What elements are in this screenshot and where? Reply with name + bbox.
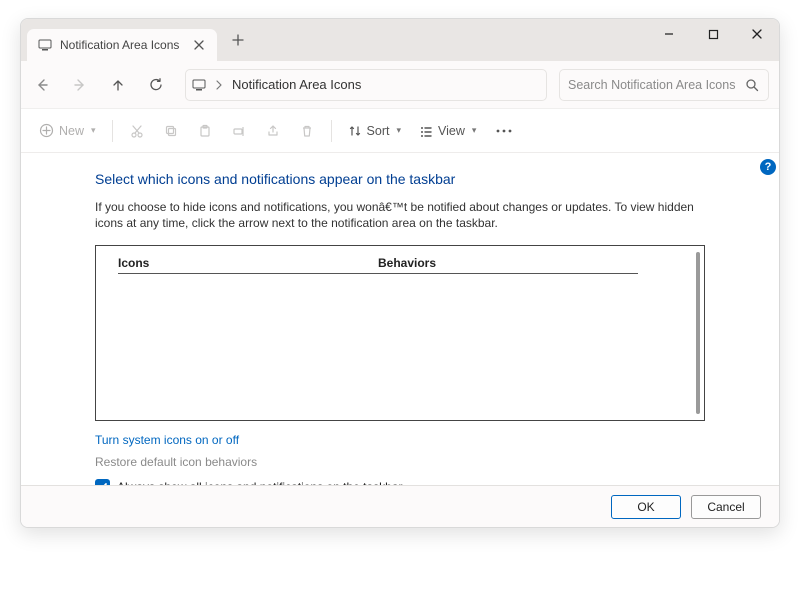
always-show-row: Always show all icons and notifications … bbox=[95, 479, 705, 485]
address-bar: Notification Area Icons Search Notificat… bbox=[21, 61, 779, 109]
chevron-down-icon: ▾ bbox=[396, 125, 401, 136]
explorer-window: Notification Area Icons bbox=[20, 18, 780, 528]
nav-forward-button[interactable] bbox=[63, 68, 97, 102]
location-icon bbox=[192, 79, 206, 91]
always-show-label: Always show all icons and notifications … bbox=[117, 480, 403, 485]
nav-refresh-button[interactable] bbox=[139, 68, 173, 102]
search-icon bbox=[744, 77, 760, 93]
window-controls bbox=[647, 19, 779, 61]
maximize-button[interactable] bbox=[691, 19, 735, 49]
chevron-right-icon bbox=[212, 80, 226, 90]
breadcrumb-bar[interactable]: Notification Area Icons bbox=[185, 69, 547, 101]
breadcrumb-current[interactable]: Notification Area Icons bbox=[232, 77, 361, 92]
content-area: ? Select which icons and notifications a… bbox=[21, 153, 779, 485]
sort-button-label: Sort bbox=[367, 124, 390, 138]
rename-button[interactable] bbox=[223, 116, 255, 146]
ok-button[interactable]: OK bbox=[611, 495, 681, 519]
cut-button[interactable] bbox=[121, 116, 153, 146]
link-system-icons[interactable]: Turn system icons on or off bbox=[95, 433, 239, 447]
control-panel-body: Select which icons and notifications app… bbox=[21, 153, 779, 485]
command-toolbar: New ▾ Sort ▾ View ▾ bbox=[21, 109, 779, 153]
column-icons: Icons bbox=[118, 256, 378, 270]
copy-button[interactable] bbox=[155, 116, 187, 146]
close-window-button[interactable] bbox=[735, 19, 779, 49]
tab-title: Notification Area Icons bbox=[60, 38, 191, 52]
minimize-button[interactable] bbox=[647, 19, 691, 49]
help-icon[interactable]: ? bbox=[760, 159, 776, 175]
control-panel-icon bbox=[37, 37, 53, 53]
more-options-button[interactable] bbox=[486, 116, 522, 146]
search-input[interactable]: Search Notification Area Icons bbox=[559, 69, 769, 101]
nav-back-button[interactable] bbox=[25, 68, 59, 102]
dialog-footer: OK Cancel bbox=[21, 485, 779, 527]
toolbar-separator bbox=[331, 120, 332, 142]
always-show-checkbox[interactable] bbox=[95, 479, 110, 485]
chevron-down-icon: ▾ bbox=[91, 125, 96, 136]
icons-listbox[interactable]: Icons Behaviors bbox=[95, 245, 705, 421]
view-button[interactable]: View ▾ bbox=[411, 116, 484, 146]
chevron-down-icon: ▾ bbox=[472, 125, 477, 136]
active-tab[interactable]: Notification Area Icons bbox=[27, 29, 217, 61]
close-tab-button[interactable] bbox=[191, 37, 207, 53]
search-placeholder: Search Notification Area Icons bbox=[568, 78, 744, 92]
view-button-label: View bbox=[438, 124, 465, 138]
column-behaviors: Behaviors bbox=[378, 256, 638, 270]
new-tab-button[interactable] bbox=[225, 27, 251, 53]
list-headers: Icons Behaviors bbox=[118, 256, 638, 274]
new-button[interactable]: New ▾ bbox=[31, 116, 104, 146]
cancel-button[interactable]: Cancel bbox=[691, 495, 761, 519]
delete-button[interactable] bbox=[291, 116, 323, 146]
new-button-label: New bbox=[59, 124, 84, 138]
paste-button[interactable] bbox=[189, 116, 221, 146]
scrollbar[interactable] bbox=[696, 252, 700, 414]
share-button[interactable] bbox=[257, 116, 289, 146]
titlebar: Notification Area Icons bbox=[21, 19, 779, 61]
page-description: If you choose to hide icons and notifica… bbox=[95, 199, 705, 231]
nav-up-button[interactable] bbox=[101, 68, 135, 102]
toolbar-separator bbox=[112, 120, 113, 142]
page-heading: Select which icons and notifications app… bbox=[95, 171, 705, 187]
sort-button[interactable]: Sort ▾ bbox=[340, 116, 409, 146]
restore-defaults-link[interactable]: Restore default icon behaviors bbox=[95, 455, 705, 469]
